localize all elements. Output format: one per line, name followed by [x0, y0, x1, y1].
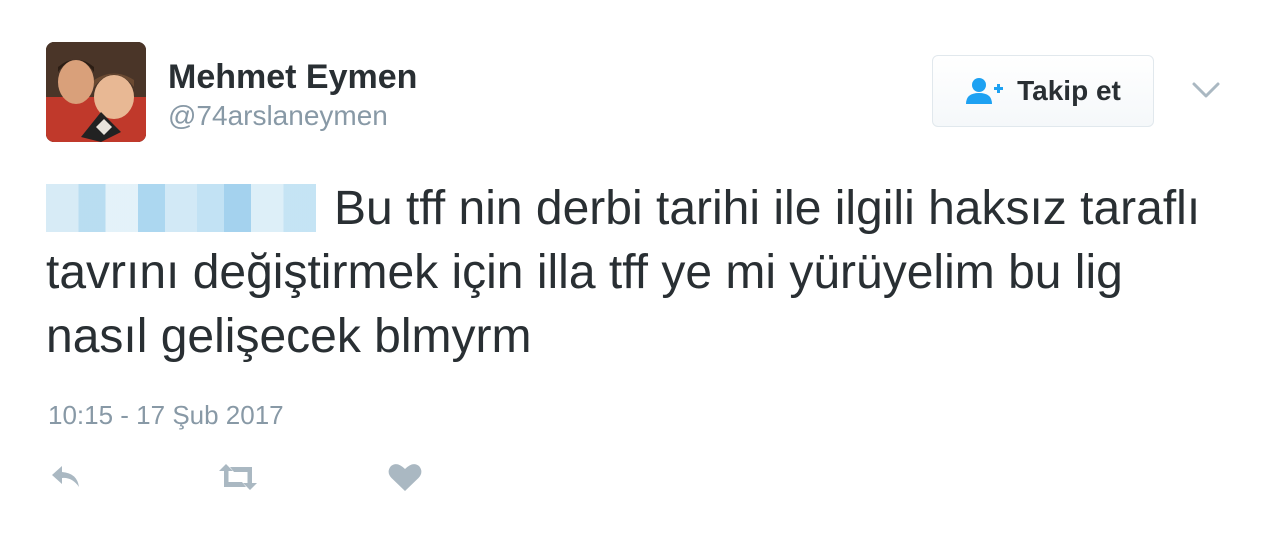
avatar[interactable]	[46, 42, 146, 142]
display-name[interactable]: Mehmet Eymen	[168, 58, 417, 97]
like-button[interactable]	[388, 462, 422, 492]
user-handle[interactable]: @74arslaneymen	[168, 100, 388, 132]
tweet-text-container: Bu tff nin derbi tarihi ile ilgili haksı…	[46, 177, 1226, 369]
redacted-mention	[46, 184, 316, 232]
follow-button-label: Takip et	[1017, 75, 1121, 106]
avatar-photo	[46, 42, 146, 142]
heart-icon	[388, 464, 422, 491]
follow-button[interactable]: Takip et	[932, 55, 1154, 127]
retweet-icon	[219, 464, 257, 490]
reply-button[interactable]	[50, 462, 82, 492]
tweet-card: Mehmet Eymen @74arslaneymen Takip et Bu …	[0, 0, 1263, 555]
retweet-button[interactable]	[218, 462, 258, 492]
chevron-down-icon[interactable]	[1190, 78, 1222, 102]
add-user-icon	[966, 78, 1004, 104]
tweet-timestamp[interactable]: 10:15 - 17 Şub 2017	[48, 400, 284, 431]
reply-icon	[52, 466, 79, 487]
